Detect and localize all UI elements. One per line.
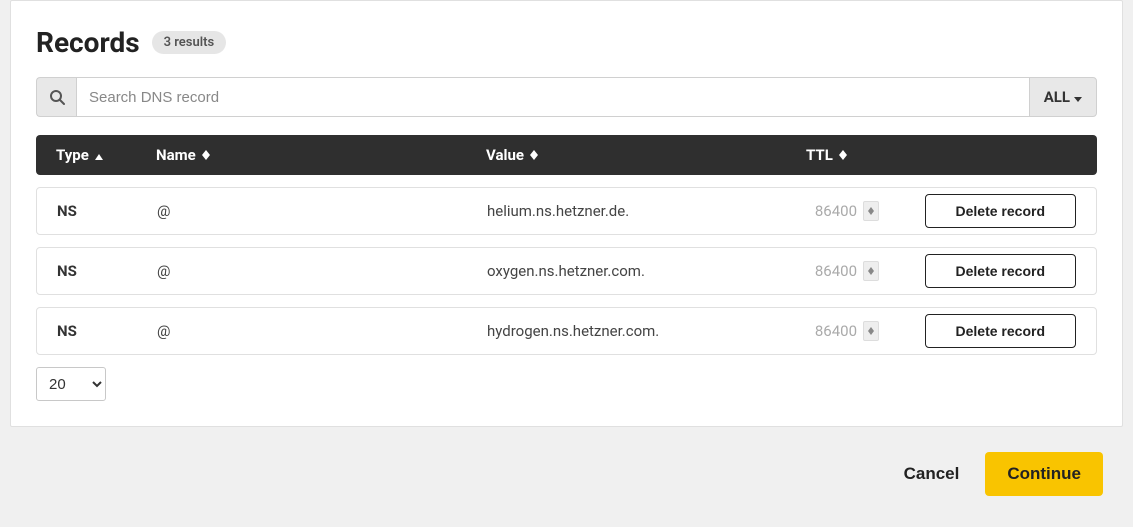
column-header-value[interactable]: Value xyxy=(486,146,806,164)
cancel-button[interactable]: Cancel xyxy=(898,463,966,485)
column-header-type[interactable]: Type xyxy=(56,146,156,164)
page-title: Records xyxy=(36,26,140,59)
record-type: NS xyxy=(57,202,157,220)
results-badge: 3 results xyxy=(152,31,227,54)
type-filter-dropdown[interactable]: ALL xyxy=(1029,77,1097,117)
type-filter-label: ALL xyxy=(1044,88,1070,106)
delete-record-button[interactable]: Delete record xyxy=(925,314,1076,348)
ttl-stepper[interactable] xyxy=(863,201,879,221)
table-row: NS@helium.ns.hetzner.de.86400 Delete reco… xyxy=(36,187,1097,235)
column-header-name[interactable]: Name xyxy=(156,146,486,164)
record-name: @ xyxy=(157,262,487,280)
table-row: NS@hydrogen.ns.hetzner.com.86400 Delete r… xyxy=(36,307,1097,355)
sort-icon xyxy=(530,150,538,160)
ttl-value: 86400 xyxy=(807,322,857,340)
record-value: oxygen.ns.hetzner.com. xyxy=(487,262,807,280)
record-name: @ xyxy=(157,202,487,220)
record-name: @ xyxy=(157,322,487,340)
record-ttl: 86400 xyxy=(807,321,907,341)
record-type: NS xyxy=(57,322,157,340)
delete-record-button[interactable]: Delete record xyxy=(925,254,1076,288)
record-ttl: 86400 xyxy=(807,201,907,221)
search-input[interactable] xyxy=(76,77,1029,117)
sort-asc-icon xyxy=(95,146,103,164)
search-icon xyxy=(36,77,76,117)
sort-icon xyxy=(202,150,210,160)
delete-record-button[interactable]: Delete record xyxy=(925,194,1076,228)
continue-button[interactable]: Continue xyxy=(985,452,1103,496)
ttl-stepper[interactable] xyxy=(863,261,879,281)
table-row: NS@oxygen.ns.hetzner.com.86400 Delete rec… xyxy=(36,247,1097,295)
record-ttl: 86400 xyxy=(807,261,907,281)
records-panel: Records 3 results ALL Type xyxy=(10,0,1123,427)
ttl-value: 86400 xyxy=(807,202,857,220)
ttl-value: 86400 xyxy=(807,262,857,280)
record-type: NS xyxy=(57,262,157,280)
column-header-ttl[interactable]: TTL xyxy=(806,146,906,164)
sort-icon xyxy=(839,150,847,160)
table-header: Type Name Value TTL xyxy=(36,135,1097,175)
record-value: helium.ns.hetzner.de. xyxy=(487,202,807,220)
page-size-select[interactable]: 20 xyxy=(36,367,106,401)
record-value: hydrogen.ns.hetzner.com. xyxy=(487,322,807,340)
chevron-down-icon xyxy=(1074,88,1082,106)
footer-actions: Cancel Continue xyxy=(10,427,1123,496)
ttl-stepper[interactable] xyxy=(863,321,879,341)
